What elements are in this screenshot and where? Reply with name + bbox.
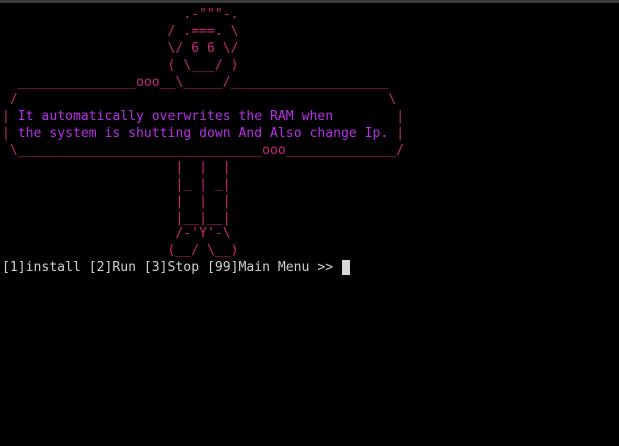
banner-sign-top-corners: / \ bbox=[9, 92, 397, 107]
banner-feet-1: /-'Y'-\ bbox=[175, 226, 231, 241]
banner-head-forehead: / .===. \ bbox=[167, 24, 239, 39]
banner-sign-bottom-edge: \_______________________________ooo_____… bbox=[9, 143, 405, 158]
banner-legs-1: | | | bbox=[175, 160, 231, 175]
banner-head-mouth: ( \___/ ) bbox=[167, 58, 239, 73]
banner-message-text-1: It automatically overwrites the RAM when bbox=[17, 109, 334, 124]
banner-sign-top-edge: _______________ooo__\_____/_____________… bbox=[17, 75, 389, 90]
text-cursor[interactable] bbox=[341, 260, 350, 276]
banner-message-line-2: | the system is shutting down And Also c… bbox=[2, 126, 405, 141]
banner-head-eyes: \/ 6 6 \/ bbox=[167, 41, 239, 56]
terminal-window[interactable]: .-"""-. / .===. \ \/ 6 6 \/ ( \___/ ) __… bbox=[0, 0, 619, 446]
menu-prompt[interactable]: [1]install [2]Run [3]Stop [99]Main Menu … bbox=[2, 259, 350, 276]
banner-message-line-1: | It automatically overwrites the RAM wh… bbox=[2, 109, 405, 124]
banner-legs-2: |_ | _| bbox=[175, 177, 231, 192]
banner-feet-2: (__/ \__) bbox=[167, 243, 239, 258]
menu-prompt-options: [1]install [2]Run [3]Stop [99]Main Menu … bbox=[2, 260, 341, 275]
banner-head-top: .-"""-. bbox=[183, 7, 239, 22]
banner-legs-3: | | | bbox=[175, 194, 231, 209]
banner-message-text-2: the system is shutting down And Also cha… bbox=[17, 126, 389, 141]
